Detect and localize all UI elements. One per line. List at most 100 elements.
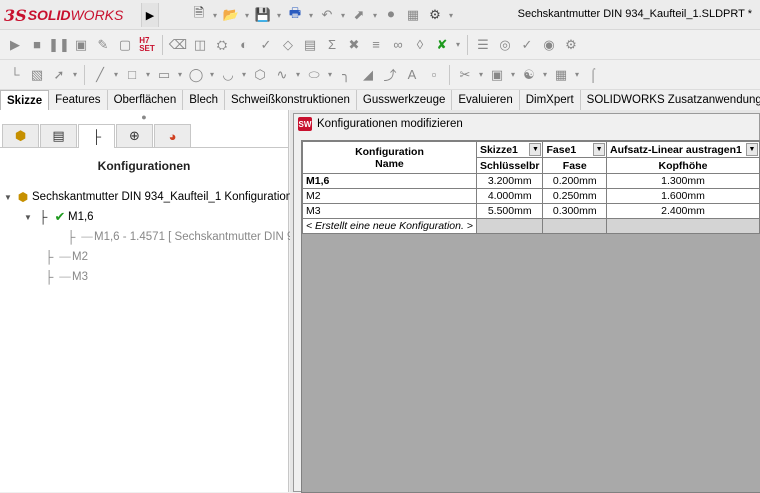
new-config-row[interactable]: < Erstellt eine neue Konfiguration. > [302,218,760,234]
tab-evaluieren[interactable]: Evaluieren [452,90,520,110]
tab-features[interactable]: Features [49,90,108,110]
display-manager-icon[interactable]: ◕ [154,124,191,147]
chevron-down-icon[interactable]: ▼ [593,143,606,156]
line-tool-icon[interactable]: ╱ [89,65,111,85]
pause-macro-icon[interactable]: ❚❚ [48,35,70,55]
tab-zusatzanwendungen[interactable]: SOLIDWORKS Zusatzanwendungen [580,90,760,110]
new-configuration-cell[interactable]: < Erstellt eine neue Konfiguration. > [302,218,477,234]
property-manager-icon[interactable]: ▤ [40,124,77,147]
chevron-down-icon[interactable]: ▾ [274,5,284,25]
chevron-down-icon[interactable]: ▾ [325,65,335,85]
text-icon[interactable]: A [401,65,423,85]
offset-icon[interactable]: ⤴ [379,65,401,85]
fillet-icon[interactable]: ╮ [335,65,357,85]
chevron-down-icon[interactable]: ▾ [453,35,463,55]
trim-icon[interactable]: ✂ [454,65,476,85]
chevron-down-icon[interactable]: ▾ [242,5,252,25]
table-cell[interactable]: 2.400mm [606,203,760,219]
smart-dimension-icon[interactable]: ▧ [26,65,48,85]
table-cell[interactable]: 0.200mm [542,173,608,189]
chevron-down-icon[interactable]: ▾ [476,65,486,85]
chevron-down-icon[interactable]: ▾ [239,65,249,85]
stop-macro-icon[interactable]: ■ [26,35,48,55]
record-macro-icon[interactable]: ▣ [70,35,92,55]
linear-pattern-icon[interactable]: ▦ [550,65,572,85]
tab-oberflaechen[interactable]: Oberflächen [107,90,184,110]
tree-config-m2[interactable]: ├ — M2 [40,248,88,266]
chevron-down-icon[interactable]: ▾ [306,5,316,25]
mirror-icon[interactable]: ☯ [518,65,540,85]
tolerance-icon[interactable]: ✖ [343,35,365,55]
new-document-icon[interactable]: 🗎 [188,5,210,25]
sensor-icon[interactable]: ◎ [494,35,516,55]
print-icon[interactable]: 🖶 [284,5,306,25]
chevron-down-icon[interactable]: ▾ [207,65,217,85]
table-row[interactable]: M3 5.500mm 0.300mm 2.400mm [302,203,760,219]
sketch-icon[interactable]: └ [4,65,26,85]
dimxpert-icon[interactable]: ⊕ [116,124,153,147]
column-header-skizze1[interactable]: Skizze1 ▼ [475,141,544,158]
section-properties-icon[interactable]: ◐ [233,35,255,55]
chevron-down-icon[interactable]: ▾ [540,65,550,85]
run-macro-icon[interactable]: ▶ [4,35,26,55]
column-header-fase1[interactable]: Fase1 ▼ [542,141,608,158]
tab-blech[interactable]: Blech [183,90,225,110]
tab-schweisskonstruktionen[interactable]: Schweißkonstruktionen [225,90,357,110]
solidworks-logo[interactable]: 3S SOLIDWORKS [4,6,123,25]
chevron-down-icon[interactable]: ▾ [111,65,121,85]
table-row[interactable]: M1,6 3.200mm 0.200mm 1.300mm [302,173,760,189]
undo-icon[interactable]: ↶ [316,5,338,25]
configuration-manager-icon[interactable]: ├ [78,124,115,148]
gear-icon[interactable]: ⚙ [424,5,446,25]
new-macro-icon[interactable]: ▢ [114,35,136,55]
tab-dimxpert[interactable]: DimXpert [519,90,581,110]
table-cell[interactable]: 0.250mm [542,188,608,204]
measure-icon[interactable]: ◫ [189,35,211,55]
column-header-aufsatz[interactable]: Aufsatz-Linear austragen1 ▼ [606,141,760,158]
save-icon[interactable]: 💾 [252,5,274,25]
simulation-icon[interactable]: ⚙ [560,35,582,55]
menu-expand-arrow[interactable]: ▶ [141,3,159,27]
equations-icon[interactable]: Σ [321,35,343,55]
arc-icon[interactable]: ◡ [217,65,239,85]
chevron-down-icon[interactable]: ▾ [446,5,456,25]
feature-manager-icon[interactable]: ⬢ [2,124,39,147]
row-name[interactable]: M2 [302,188,477,204]
chevron-down-icon[interactable]: ▾ [508,65,518,85]
file-properties-icon[interactable]: ▦ [402,5,424,25]
caret-down-icon[interactable]: ▼ [24,213,34,222]
chevron-down-icon[interactable]: ▾ [175,65,185,85]
chevron-down-icon[interactable]: ▼ [529,143,542,156]
tree-child-config[interactable]: ├ — M1,6 - 1.4571 [ Sechskantmutter DIN … [62,228,294,246]
panel-collapse-handle[interactable]: ● [0,110,288,124]
dialog-title-bar[interactable]: SW Konfigurationen modifizieren [294,114,759,134]
caret-down-icon[interactable]: ▼ [4,193,14,202]
geometry-analysis-icon[interactable]: ◇ [277,35,299,55]
chevron-down-icon[interactable]: ▾ [293,65,303,85]
tree-config-m1-6[interactable]: ▼ ├ ✔ M1,6 [24,208,94,226]
row-name[interactable]: M3 [302,203,477,219]
table-cell[interactable]: 4.000mm [475,188,544,204]
table-cell[interactable]: 5.500mm [475,203,544,219]
configure-dimension-icon[interactable]: ✘ [431,35,453,55]
convert-entities-icon[interactable]: ▣ [486,65,508,85]
line-icon[interactable]: ➚ [48,65,70,85]
row-name[interactable]: M1,6 [302,173,477,189]
mass-properties-icon[interactable]: ⛭ [211,35,233,55]
spell-check-icon[interactable]: ⌫ [167,35,189,55]
edit-macro-icon[interactable]: ✎ [92,35,114,55]
tree-config-m3[interactable]: ├ — M3 [40,268,88,286]
chevron-down-icon[interactable]: ▼ [746,143,758,156]
rebuild-icon[interactable]: ⚫ [380,5,402,25]
table-cell[interactable]: 3.200mm [475,173,544,189]
draft-analysis-icon[interactable]: ▤ [299,35,321,55]
chevron-down-icon[interactable]: ▾ [70,65,80,85]
open-folder-icon[interactable]: 📂 [220,5,242,25]
select-cursor-icon[interactable]: ⬈ [348,5,370,25]
slot-icon[interactable]: ▭ [153,65,175,85]
table-cell[interactable]: 1.300mm [606,173,760,189]
tab-gusswerkzeuge[interactable]: Gusswerkzeuge [356,90,453,110]
chevron-down-icon[interactable]: ▾ [370,5,380,25]
performance-icon[interactable]: ☰ [472,35,494,55]
h7-set-icon[interactable]: H7 SET [136,35,158,55]
